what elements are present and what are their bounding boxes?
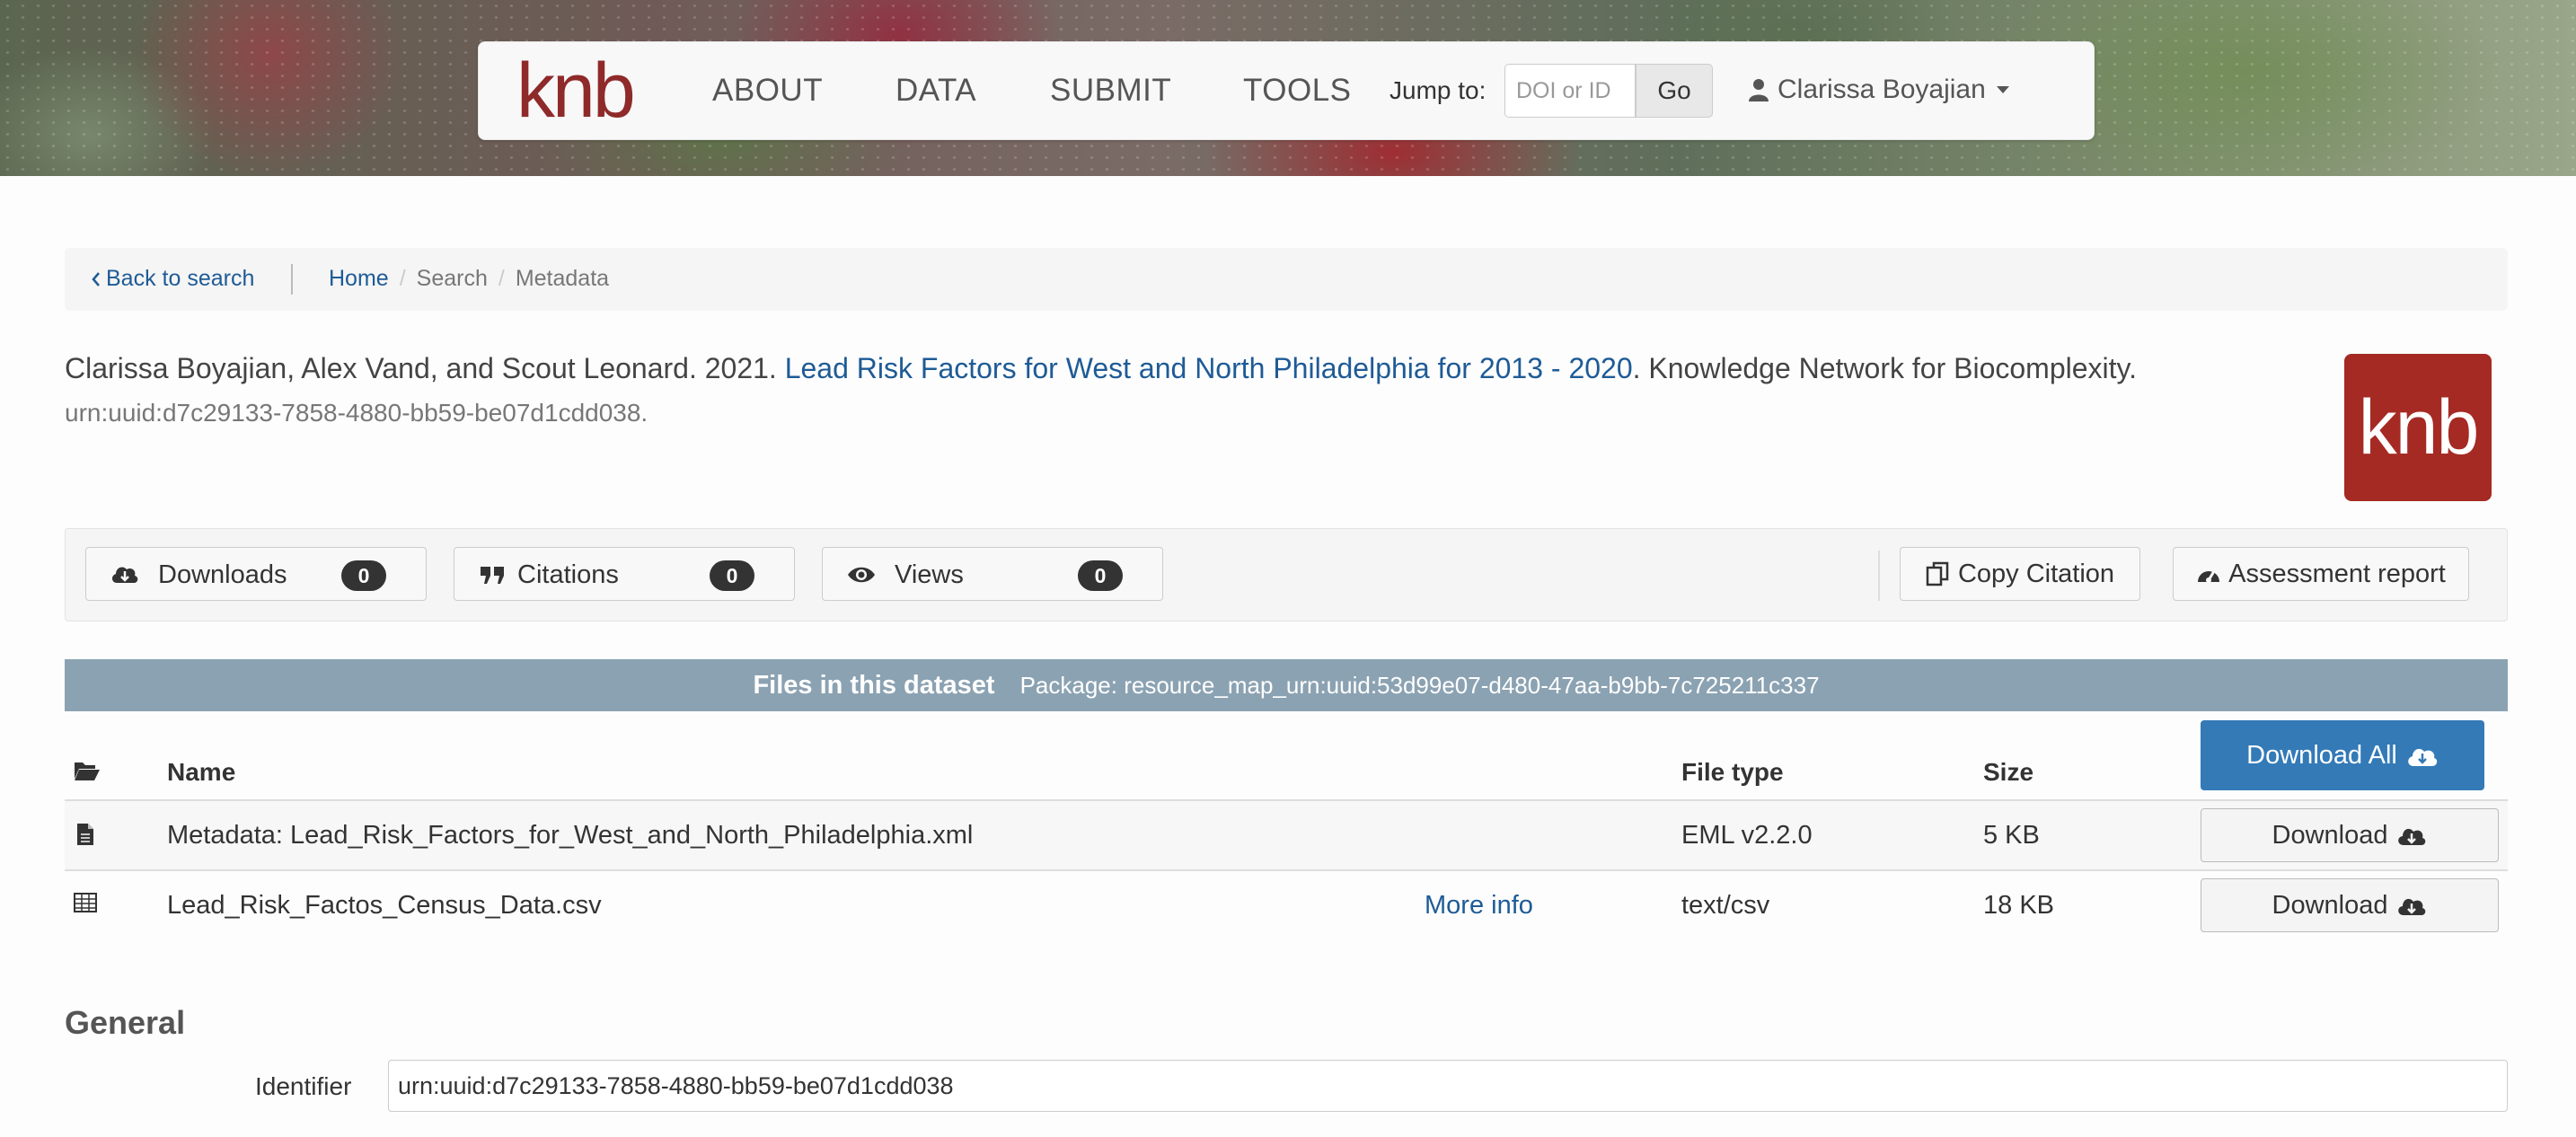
copy-icon bbox=[1926, 560, 1951, 587]
download-label: Download bbox=[2272, 820, 2388, 850]
nav-data[interactable]: DATA bbox=[895, 73, 976, 109]
dataset-citation: Clarissa Boyajian, Alex Vand, and Scout … bbox=[65, 348, 2328, 388]
citation-identifier: urn:uuid:d7c29133-7858-4880-bb59-be07d1c… bbox=[65, 399, 648, 427]
eye-icon bbox=[846, 560, 877, 590]
citation-authors: Clarissa Boyajian, Alex Vand, and Scout … bbox=[65, 352, 785, 384]
views-metric-button[interactable]: Views 0 bbox=[822, 547, 1163, 601]
identifier-label: Identifier bbox=[255, 1072, 352, 1100]
file-type: EML v2.2.0 bbox=[1681, 821, 1813, 850]
copy-citation-button[interactable]: Copy Citation bbox=[1900, 547, 2140, 601]
cloud-download-icon bbox=[2396, 824, 2427, 847]
download-button[interactable]: Download bbox=[2201, 878, 2499, 932]
folder-open-icon bbox=[74, 760, 101, 781]
breadcrumb-search: Search bbox=[416, 266, 488, 291]
files-title: Files in this dataset bbox=[753, 670, 995, 700]
nav-tools[interactable]: TOOLS bbox=[1243, 73, 1352, 109]
top-navbar: knb ABOUT DATA SUBMIT TOOLS Jump to: Go … bbox=[478, 41, 2095, 140]
nav-about[interactable]: ABOUT bbox=[712, 73, 823, 109]
citation-title-link[interactable]: Lead Risk Factors for West and North Phi… bbox=[785, 352, 1633, 384]
nav-submit[interactable]: SUBMIT bbox=[1050, 73, 1171, 109]
identifier-field[interactable]: urn:uuid:d7c29133-7858-4880-bb59-be07d1c… bbox=[388, 1060, 2508, 1112]
file-type: text/csv bbox=[1681, 891, 1770, 920]
column-header-file-type[interactable]: File type bbox=[1681, 758, 1784, 787]
dashboard-icon bbox=[2196, 562, 2221, 586]
citations-count-badge: 0 bbox=[710, 560, 754, 591]
user-name: Clarissa Boyajian bbox=[1778, 75, 1986, 104]
files-table-header: Files in this dataset Package: resource_… bbox=[65, 659, 2508, 711]
jump-to-label: Jump to: bbox=[1389, 76, 1486, 104]
views-label: Views bbox=[895, 560, 964, 589]
citations-metric-button[interactable]: Citations 0 bbox=[454, 547, 795, 601]
quote-icon bbox=[478, 560, 508, 590]
go-button[interactable]: Go bbox=[1636, 64, 1713, 118]
cloud-download-icon bbox=[110, 560, 140, 590]
downloads-count-badge: 0 bbox=[341, 560, 386, 591]
breadcrumb-home[interactable]: Home bbox=[329, 266, 389, 292]
column-header-name[interactable]: Name bbox=[167, 758, 235, 787]
download-button[interactable]: Download bbox=[2201, 808, 2499, 862]
back-to-search-link[interactable]: Back to search bbox=[92, 266, 254, 292]
cloud-download-icon bbox=[2396, 894, 2427, 917]
file-name: Lead_Risk_Factos_Census_Data.csv bbox=[167, 891, 602, 920]
assessment-report-label: Assessment report bbox=[2228, 559, 2446, 588]
citation-publisher: . Knowledge Network for Biocomplexity. bbox=[1632, 352, 2138, 384]
breadcrumb-separator: / bbox=[399, 266, 406, 291]
citations-label: Citations bbox=[517, 560, 619, 589]
more-info-link[interactable]: More info bbox=[1425, 891, 1533, 921]
file-size: 5 KB bbox=[1983, 821, 2040, 850]
breadcrumb-divider bbox=[291, 264, 293, 295]
chevron-left-icon bbox=[92, 271, 101, 287]
toolbar-divider bbox=[1878, 551, 1880, 601]
file-size: 18 KB bbox=[1983, 891, 2054, 920]
metrics-toolbar: Downloads 0 Citations 0 Views 0 Copy Cit… bbox=[65, 528, 2508, 621]
table-row: Lead_Risk_Factos_Census_Data.csv More in… bbox=[65, 871, 2508, 939]
assessment-report-button[interactable]: Assessment report bbox=[2173, 547, 2469, 601]
breadcrumb-separator: / bbox=[498, 266, 505, 291]
back-to-search-label: Back to search bbox=[106, 266, 255, 291]
download-all-label: Download All bbox=[2246, 740, 2397, 770]
doi-search-input[interactable] bbox=[1504, 64, 1636, 118]
downloads-label: Downloads bbox=[158, 560, 287, 589]
knb-repository-logo: knb bbox=[2344, 354, 2492, 501]
package-identifier: Package: resource_map_urn:uuid:53d99e07-… bbox=[1019, 671, 1820, 699]
user-icon bbox=[1749, 78, 1769, 101]
file-icon bbox=[75, 823, 99, 846]
user-menu[interactable]: Clarissa Boyajian bbox=[1749, 75, 2009, 105]
views-count-badge: 0 bbox=[1078, 560, 1123, 591]
download-label: Download bbox=[2272, 890, 2388, 920]
table-icon bbox=[74, 893, 97, 916]
breadcrumb: Back to search Home / Search / Metadata bbox=[65, 248, 2508, 311]
general-section-title: General bbox=[65, 1004, 186, 1041]
caret-down-icon bbox=[1996, 86, 2009, 93]
copy-citation-label: Copy Citation bbox=[1957, 559, 2115, 588]
cloud-download-icon bbox=[2406, 743, 2439, 768]
table-row: Metadata: Lead_Risk_Factors_for_West_and… bbox=[65, 801, 2508, 869]
knb-nav-logo[interactable]: knb bbox=[516, 52, 636, 129]
downloads-metric-button[interactable]: Downloads 0 bbox=[85, 547, 427, 601]
breadcrumb-metadata: Metadata bbox=[515, 266, 610, 291]
file-name: Metadata: Lead_Risk_Factors_for_West_and… bbox=[167, 821, 974, 850]
download-all-button[interactable]: Download All bbox=[2201, 720, 2484, 790]
column-header-size[interactable]: Size bbox=[1983, 758, 2033, 787]
